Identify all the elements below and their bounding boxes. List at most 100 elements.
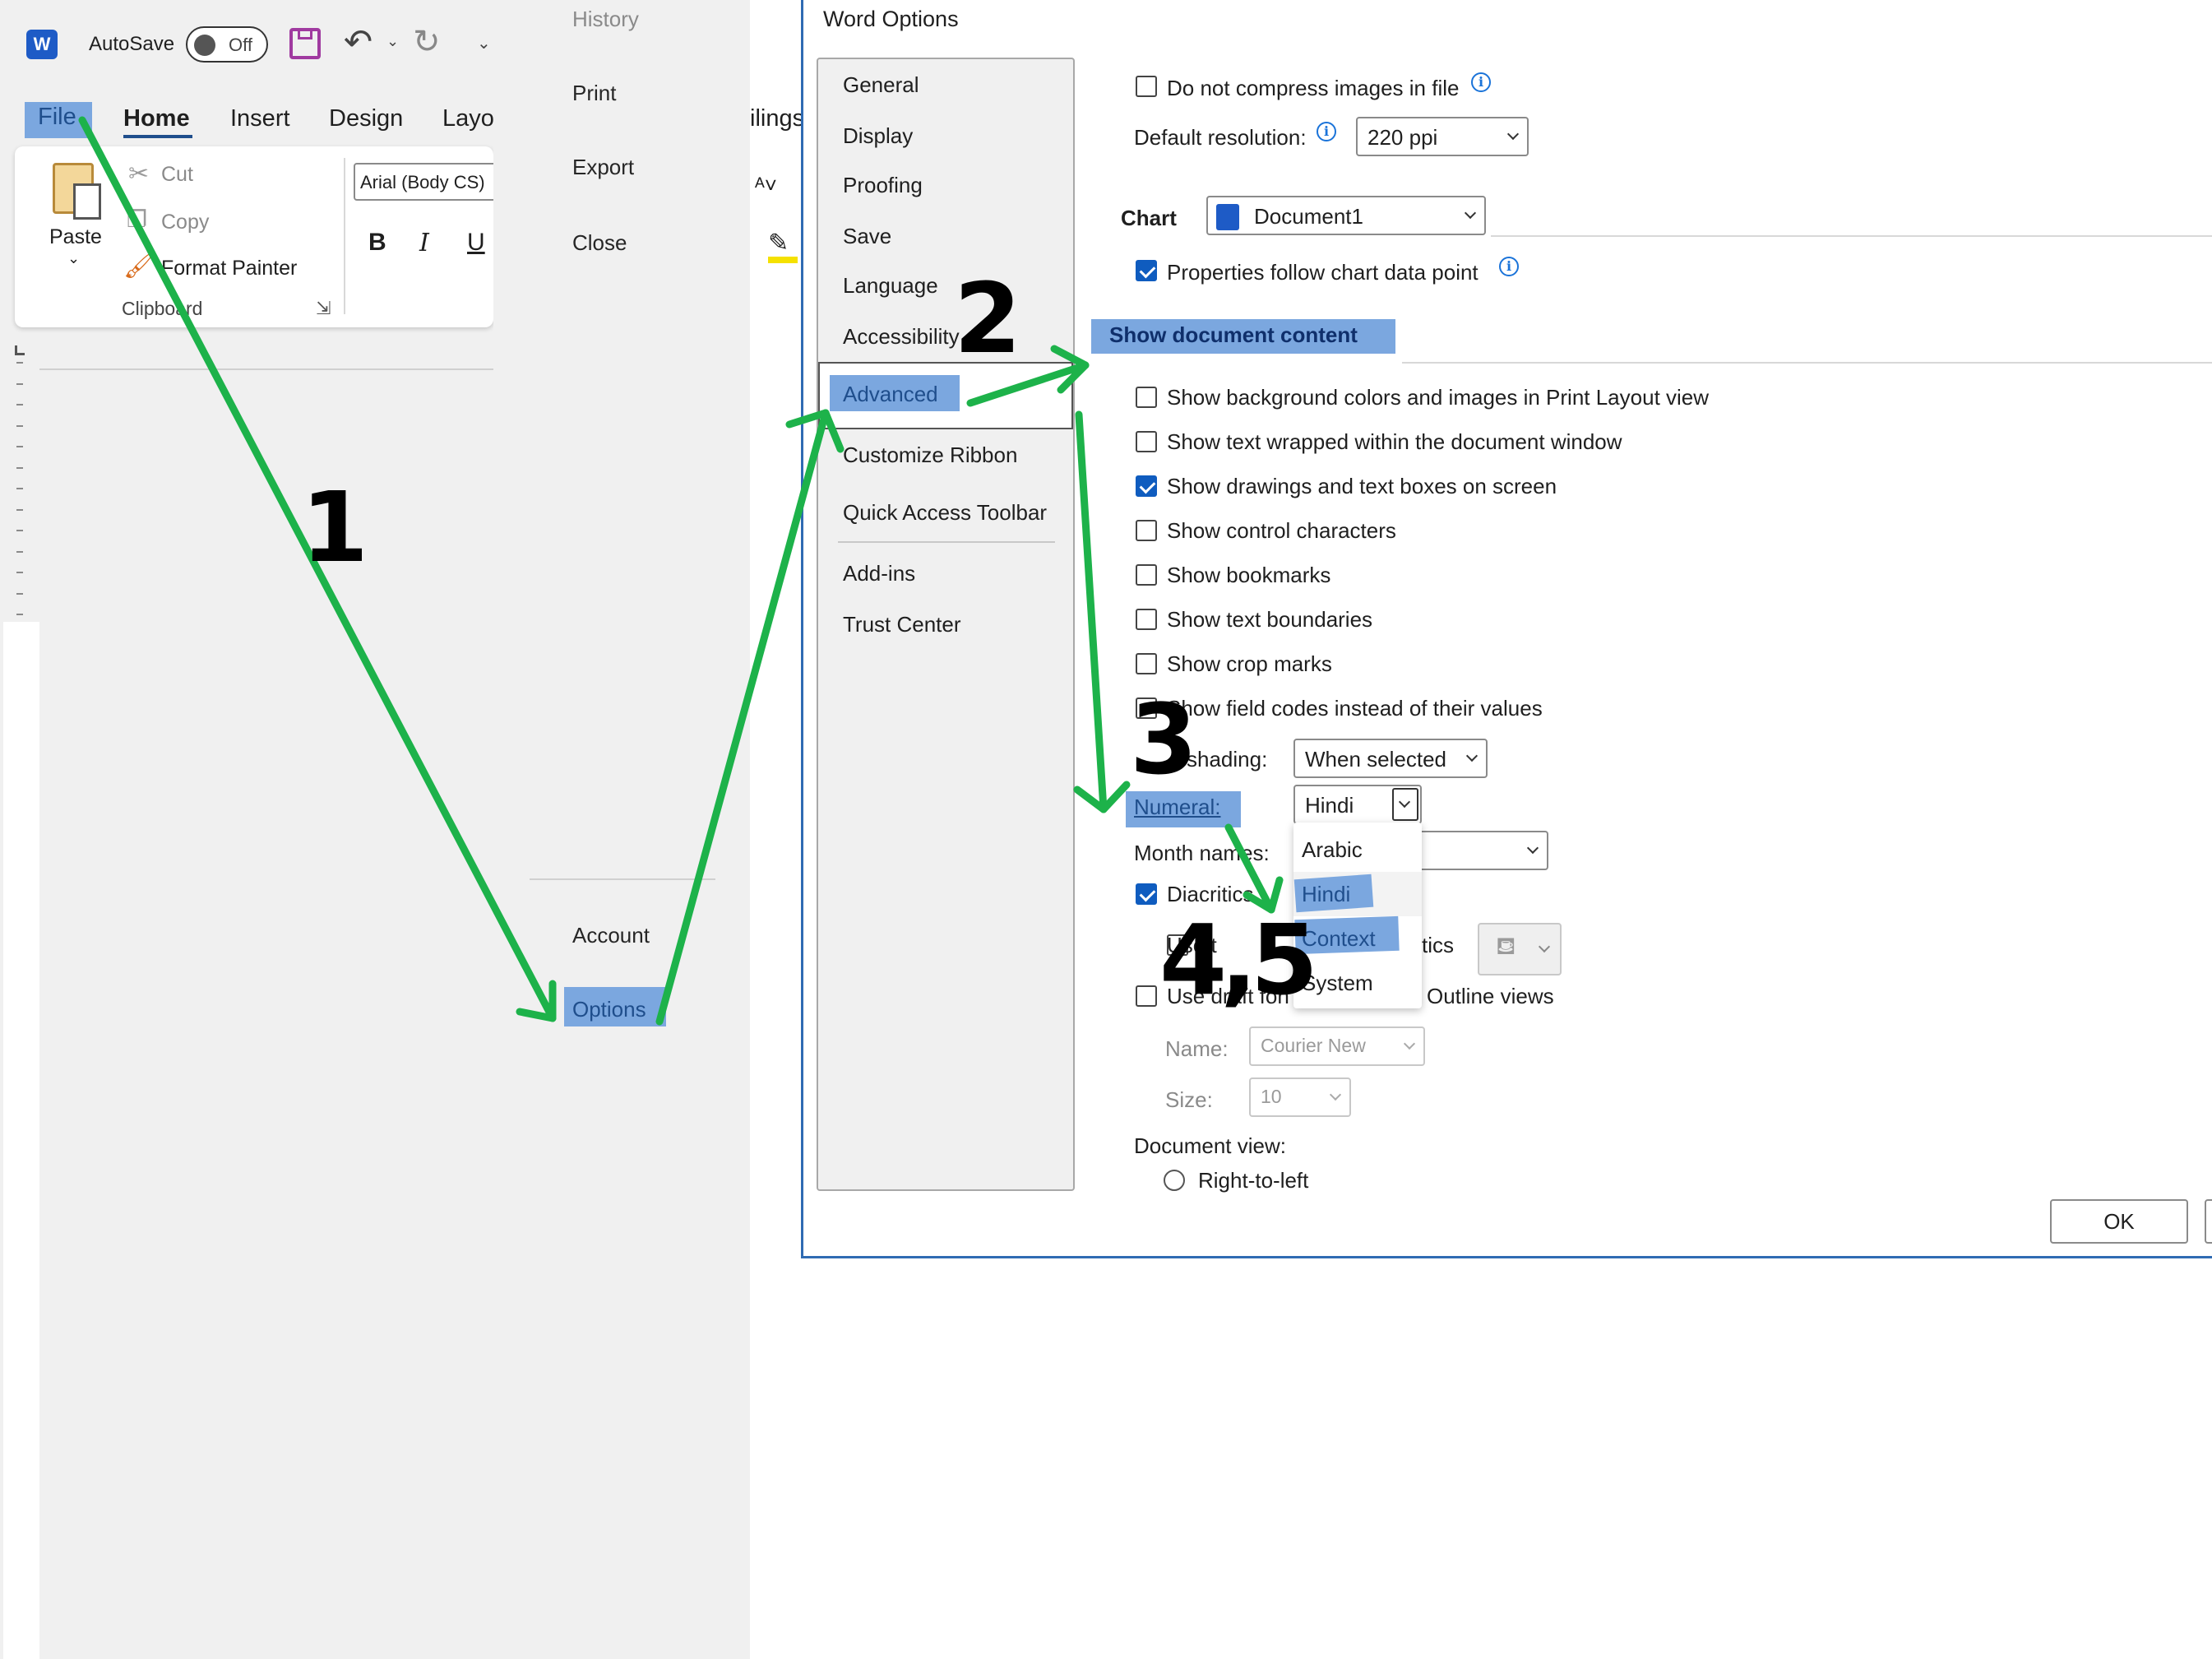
- diacritics-color-button[interactable]: ⛾: [1478, 923, 1562, 975]
- ruler-tick: [16, 466, 23, 469]
- undo-dropdown-icon[interactable]: ⌄: [386, 33, 399, 50]
- resolution-dropdown[interactable]: 220 ppi: [1356, 117, 1529, 156]
- no-compress-checkbox[interactable]: [1136, 76, 1157, 97]
- format-painter-icon: 🖌: [123, 253, 155, 280]
- bold-button[interactable]: B: [368, 229, 386, 257]
- drawings-label[interactable]: Show drawings and text boxes on screen: [1167, 474, 1557, 499]
- tab-file[interactable]: File: [38, 104, 76, 131]
- home-ribbon-panel: Paste ⌄ ✂ Cut ❐ Copy 🖌 Format Painter Cl…: [15, 146, 510, 327]
- nav-quick-access-toolbar[interactable]: Quick Access Toolbar: [843, 500, 1047, 526]
- copy-icon: ❐: [127, 206, 148, 232]
- text-boundaries-label[interactable]: Show text boundaries: [1167, 607, 1372, 633]
- backstage-print[interactable]: Print: [572, 81, 616, 106]
- font-name-box[interactable]: Arial (Body CS): [354, 163, 510, 201]
- document-view-label: Document view:: [1134, 1133, 1286, 1158]
- backstage-menu: History Print Export Close Account Optio…: [493, 0, 750, 1659]
- info-icon: i: [1317, 122, 1336, 141]
- properties-follow-label[interactable]: Properties follow chart data point: [1167, 260, 1479, 285]
- backstage-account[interactable]: Account: [572, 923, 650, 948]
- nav-advanced[interactable]: Advanced: [843, 382, 938, 407]
- bg-colors-label[interactable]: Show background colors and images in Pri…: [1167, 385, 1709, 410]
- backstage-close[interactable]: Close: [572, 230, 627, 256]
- tab-design[interactable]: Design: [329, 105, 403, 132]
- chart-document-dropdown[interactable]: Document1: [1206, 196, 1486, 235]
- nav-save[interactable]: Save: [843, 224, 891, 249]
- font-size-value: 10: [1261, 1086, 1282, 1107]
- right-to-left-label[interactable]: Right-to-left: [1198, 1168, 1308, 1193]
- draft-font-label-end[interactable]: Outline views: [1427, 984, 1554, 1009]
- tab-home[interactable]: Home: [123, 105, 190, 132]
- numeral-dropdown[interactable]: Hindi: [1293, 785, 1422, 824]
- group-divider: [344, 158, 345, 314]
- customize-qat-icon[interactable]: ⌄: [477, 33, 491, 53]
- clipboard-launcher-icon[interactable]: ⇲: [316, 298, 331, 319]
- chevron-down-icon: [1526, 841, 1539, 855]
- nav-add-ins[interactable]: Add-ins: [843, 561, 915, 586]
- numeral-option-system[interactable]: System: [1302, 971, 1373, 996]
- clipboard-group-label: Clipboard: [122, 298, 203, 319]
- ribbon-behind-strip: ilings ᴬ˅ ✎: [750, 0, 804, 329]
- use-color-label-end[interactable]: tics: [1422, 933, 1454, 958]
- paint-bucket-icon: ⛾: [1496, 933, 1516, 960]
- cut-label[interactable]: Cut: [161, 163, 193, 187]
- ruler-tick: [16, 550, 23, 553]
- control-chars-label[interactable]: Show control characters: [1167, 518, 1396, 544]
- field-codes-label[interactable]: Show field codes instead of their values: [1167, 696, 1543, 721]
- redo-icon[interactable]: ↻: [413, 23, 441, 61]
- backstage-history[interactable]: History: [572, 7, 639, 32]
- text-boundaries-checkbox[interactable]: [1136, 609, 1157, 630]
- step-label-3: 3: [1130, 683, 1198, 796]
- page-top-line: [39, 368, 493, 370]
- ruler-tick: [16, 488, 23, 489]
- text-wrapped-label[interactable]: Show text wrapped within the document wi…: [1167, 429, 1622, 455]
- underline-button[interactable]: U: [467, 229, 485, 257]
- bookmarks-checkbox[interactable]: [1136, 564, 1157, 586]
- paste-icon[interactable]: [53, 163, 101, 220]
- diacritics-checkbox[interactable]: [1136, 883, 1157, 905]
- nav-trust-center[interactable]: Trust Center: [843, 612, 961, 637]
- right-to-left-radio[interactable]: [1164, 1170, 1185, 1191]
- backstage-options[interactable]: Options: [572, 997, 646, 1022]
- numeral-option-arabic[interactable]: Arabic: [1302, 837, 1363, 863]
- copy-label[interactable]: Copy: [161, 211, 209, 234]
- field-shading-dropdown[interactable]: When selected: [1293, 739, 1488, 778]
- tab-insert[interactable]: Insert: [230, 105, 290, 132]
- draft-font-checkbox[interactable]: [1136, 985, 1157, 1007]
- bookmarks-label[interactable]: Show bookmarks: [1167, 563, 1330, 588]
- undo-icon[interactable]: ↶: [344, 21, 373, 62]
- drawings-checkbox[interactable]: [1136, 475, 1157, 497]
- italic-button[interactable]: I: [419, 229, 429, 257]
- nav-language[interactable]: Language: [843, 273, 938, 299]
- tab-layout[interactable]: Layo: [442, 105, 494, 132]
- step-label-2: 2: [954, 262, 1022, 375]
- info-icon: i: [1499, 257, 1519, 276]
- no-compress-label[interactable]: Do not compress images in file: [1167, 76, 1459, 101]
- ruler-corner: [15, 345, 25, 355]
- nav-accessibility[interactable]: Accessibility: [843, 324, 960, 350]
- properties-follow-checkbox[interactable]: [1136, 260, 1157, 281]
- bg-colors-checkbox[interactable]: [1136, 387, 1157, 408]
- ruler-strip: [3, 622, 39, 1659]
- paste-label[interactable]: Paste: [49, 225, 102, 249]
- font-size-dropdown[interactable]: 10: [1249, 1077, 1351, 1117]
- highlighter-icon: ✎: [768, 229, 789, 257]
- autosave-toggle[interactable]: Off: [186, 26, 268, 63]
- nav-customize-ribbon[interactable]: Customize Ribbon: [843, 443, 1017, 468]
- save-icon[interactable]: [289, 28, 321, 59]
- numeral-option-context[interactable]: Context: [1302, 926, 1376, 952]
- nav-display[interactable]: Display: [843, 123, 913, 149]
- paste-dropdown-icon[interactable]: ⌄: [67, 250, 80, 267]
- field-shading-value: When selected: [1305, 747, 1446, 772]
- cancel-button-partial[interactable]: [2205, 1199, 2212, 1244]
- nav-proofing[interactable]: Proofing: [843, 173, 923, 198]
- ok-button[interactable]: OK: [2050, 1199, 2188, 1244]
- backstage-export[interactable]: Export: [572, 155, 634, 180]
- nav-general[interactable]: General: [843, 72, 919, 98]
- format-painter-label[interactable]: Format Painter: [161, 257, 297, 280]
- autosave-label: AutoSave: [89, 33, 175, 55]
- crop-marks-checkbox[interactable]: [1136, 653, 1157, 674]
- text-wrapped-checkbox[interactable]: [1136, 431, 1157, 452]
- control-chars-checkbox[interactable]: [1136, 520, 1157, 541]
- crop-marks-label[interactable]: Show crop marks: [1167, 651, 1332, 677]
- font-name-dropdown[interactable]: Courier New: [1249, 1026, 1425, 1066]
